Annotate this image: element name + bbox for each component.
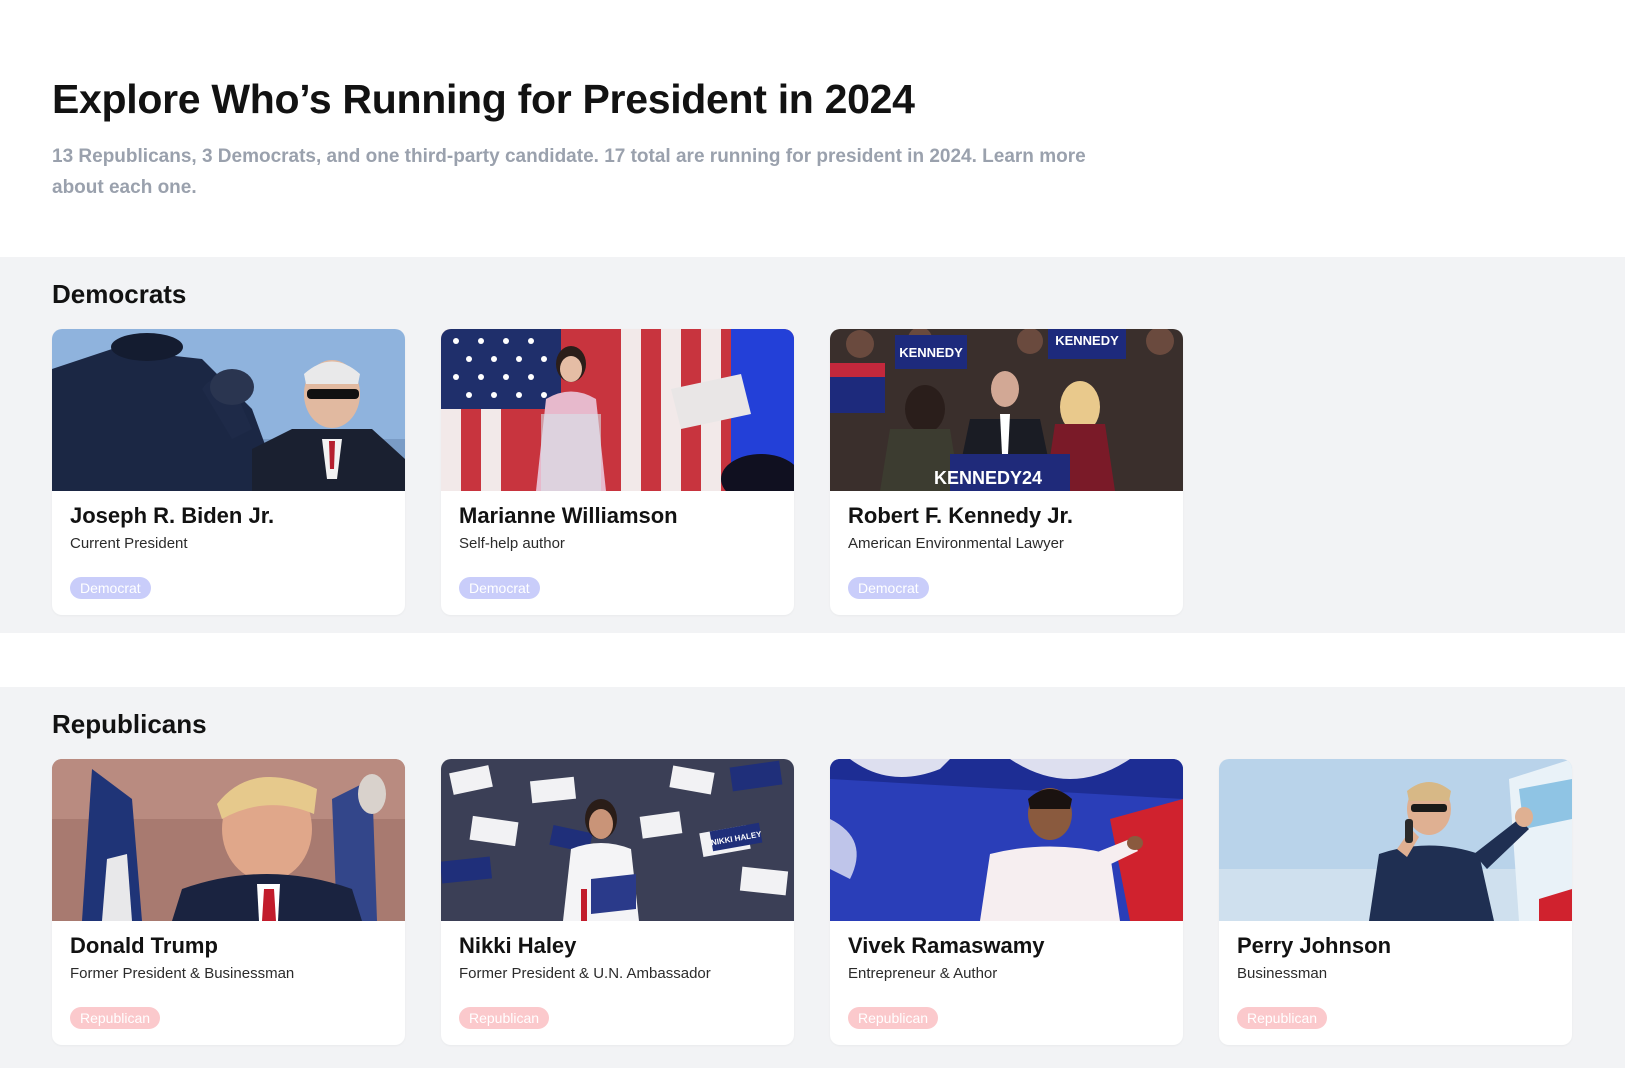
kennedy-sign-2: KENNEDY: [1055, 333, 1119, 348]
candidate-name: Perry Johnson: [1237, 933, 1392, 958]
party-badge: Democrat: [70, 577, 151, 599]
candidate-card-trump[interactable]: Donald Trump Former President & Business…: [52, 759, 405, 1045]
candidate-role: Former President & U.N. Ambassador: [459, 965, 711, 982]
biden-photo-image: [52, 329, 405, 491]
party-badge: Democrat: [459, 577, 540, 599]
candidate-card-kennedy[interactable]: KENNEDY KENNEDY KENNEDY24 Robert F. Kenn…: [830, 329, 1183, 615]
section-title-republicans: Republicans: [52, 709, 207, 739]
candidate-role: Businessman: [1237, 965, 1328, 982]
party-badge: Republican: [459, 1007, 550, 1029]
candidate-card-johnson[interactable]: Perry Johnson Businessman Republican: [1219, 759, 1572, 1045]
candidate-role: Self-help author: [459, 535, 565, 552]
candidate-photo: [52, 329, 405, 491]
williamson-photo-image: [441, 329, 794, 491]
candidate-photo: [441, 329, 794, 491]
candidate-role: Former President & Businessman: [70, 965, 295, 982]
party-badge: Democrat: [848, 577, 929, 599]
candidate-photo: NIKKI HALEY: [441, 759, 794, 921]
kennedy-podium-sign: KENNEDY24: [934, 468, 1042, 488]
candidate-name: Marianne Williamson: [459, 503, 678, 528]
kennedy-sign-1: KENNEDY: [899, 345, 963, 360]
party-badge: Republican: [848, 1007, 939, 1029]
candidate-name: Robert F. Kennedy Jr.: [848, 503, 1073, 528]
ramaswamy-photo-image: [830, 759, 1183, 921]
republicans-section: Republicans Donald Trump Former Presiden…: [0, 687, 1625, 1068]
haley-photo-image: NIKKI HALEY: [441, 759, 794, 921]
candidate-name: Donald Trump: [70, 933, 218, 958]
candidate-role: Current President: [70, 535, 188, 552]
candidate-photo: KENNEDY KENNEDY KENNEDY24: [830, 329, 1183, 491]
page-subtitle: 13 Republicans, 3 Democrats, and one thi…: [52, 146, 1086, 198]
democrats-section: Democrats Joseph R. Biden Jr. Current Pr…: [0, 257, 1625, 633]
candidate-card-haley[interactable]: NIKKI HALEY Nikki Haley Former President…: [441, 759, 794, 1045]
johnson-photo-image: [1219, 759, 1572, 921]
page-title: Explore Who’s Running for President in 2…: [52, 76, 915, 122]
candidate-name: Joseph R. Biden Jr.: [70, 503, 275, 528]
trump-photo-image: [52, 759, 405, 921]
candidate-card-williamson[interactable]: Marianne Williamson Self-help author Dem…: [441, 329, 794, 615]
candidate-role: Entrepreneur & Author: [848, 965, 998, 982]
candidate-role: American Environmental Lawyer: [848, 535, 1064, 552]
party-badge: Republican: [70, 1007, 161, 1029]
candidate-photo: [52, 759, 405, 921]
candidate-name: Nikki Haley: [459, 933, 577, 958]
candidate-name: Vivek Ramaswamy: [848, 933, 1045, 958]
candidate-photo: [1219, 759, 1572, 921]
candidate-card-biden[interactable]: Joseph R. Biden Jr. Current President De…: [52, 329, 405, 615]
candidate-card-ramaswamy[interactable]: Vivek Ramaswamy Entrepreneur & Author Re…: [830, 759, 1183, 1045]
party-badge: Republican: [1237, 1007, 1328, 1029]
candidate-photo: [830, 759, 1183, 921]
kennedy-photo-image: KENNEDY KENNEDY KENNEDY24: [830, 329, 1183, 491]
section-title-democrats: Democrats: [52, 279, 187, 309]
page-header: Explore Who’s Running for President in 2…: [0, 0, 1625, 257]
